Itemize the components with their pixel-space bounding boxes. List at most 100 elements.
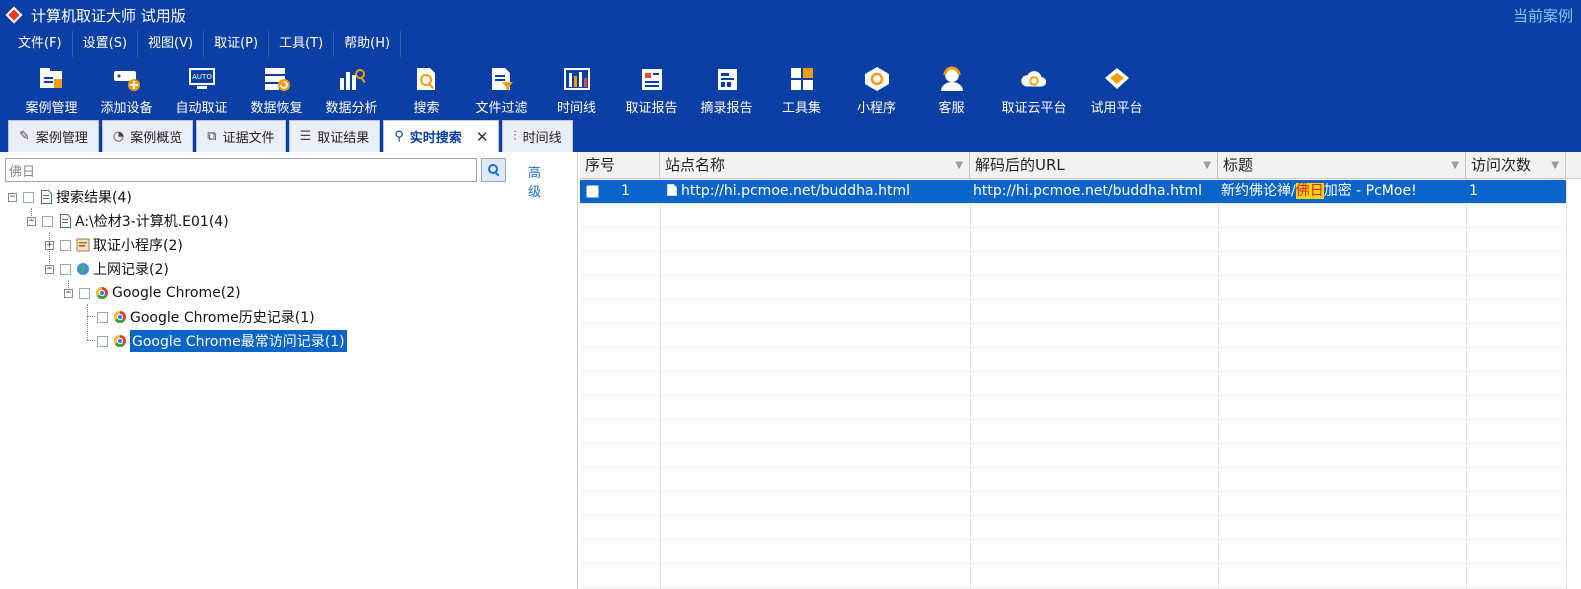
column-header-index[interactable]: 序号 bbox=[580, 152, 660, 179]
tab-realtime-search[interactable]: ⚲ 实时搜索 ✕ bbox=[383, 120, 500, 152]
toolbar-label: 添加设备 bbox=[100, 101, 153, 116]
collapse-icon[interactable]: − bbox=[8, 192, 17, 202]
search-button[interactable] bbox=[481, 158, 506, 182]
checkbox[interactable] bbox=[97, 311, 108, 323]
toolbar-label: 试用平台 bbox=[1090, 101, 1143, 116]
collapse-icon[interactable]: − bbox=[64, 288, 73, 298]
tree-node-chrome[interactable]: − Google Chrome(2) bbox=[64, 282, 241, 304]
tree-node-web[interactable]: − 上网记录(2) bbox=[45, 258, 169, 280]
data-analysis-button[interactable]: 数据分析 bbox=[314, 58, 389, 116]
checkbox[interactable] bbox=[60, 263, 71, 275]
timeline-icon bbox=[562, 64, 592, 93]
expand-icon[interactable]: + bbox=[45, 240, 54, 250]
auto-forensics-button[interactable]: AUTO 自动取证 bbox=[164, 58, 239, 116]
tools-icon bbox=[787, 64, 817, 93]
current-case-label[interactable]: 当前案例 bbox=[1513, 5, 1581, 26]
menu-help[interactable]: 帮助(H) bbox=[334, 31, 402, 57]
result-grid: 序号 站点名称 ▼ 解码后的URL ▼ 标题 ▼ 访问次数 ▼ 1 http:/… bbox=[580, 152, 1581, 589]
column-header-title[interactable]: 标题 ▼ bbox=[1218, 152, 1466, 179]
mini-program-button[interactable]: 小程序 bbox=[839, 58, 914, 116]
tree-node-root[interactable]: − 搜索结果(4) bbox=[8, 186, 132, 208]
toolbar-label: 自动取证 bbox=[175, 101, 228, 116]
close-icon[interactable]: ✕ bbox=[476, 128, 489, 146]
column-header-url[interactable]: 解码后的URL ▼ bbox=[970, 152, 1218, 179]
tab-case-overview[interactable]: ◔ 案例概览 bbox=[101, 120, 194, 152]
menu-settings[interactable]: 设置(S) bbox=[73, 31, 139, 57]
table-row[interactable]: 1 http://hi.pcmoe.net/buddha.html http:/… bbox=[580, 180, 1566, 203]
tree-node-chrome-topsites[interactable]: Google Chrome最常访问记录(1) bbox=[97, 330, 347, 352]
tab-case-management[interactable]: ✎ 案例管理 bbox=[8, 120, 99, 152]
files-icon: ⧉ bbox=[207, 129, 217, 144]
toolbar: 案例管理 添加设备 AUTO 自动取证 数据恢复 数据分析 搜索 文件过滤 时间… bbox=[0, 58, 1581, 118]
filter-icon[interactable]: ▼ bbox=[1203, 152, 1211, 179]
tree-label: Google Chrome(2) bbox=[112, 285, 241, 301]
checkbox[interactable] bbox=[97, 335, 108, 347]
filter-icon bbox=[487, 64, 517, 93]
toolbar-label: 取证报告 bbox=[625, 101, 678, 116]
auto-icon: AUTO bbox=[187, 64, 217, 93]
checkbox[interactable] bbox=[42, 215, 53, 227]
search-button[interactable]: 搜索 bbox=[389, 58, 464, 116]
search-doc-icon bbox=[412, 64, 442, 93]
tab-label: 实时搜索 bbox=[409, 131, 462, 146]
title-prefix: 新约佛论禅/ bbox=[1221, 183, 1296, 199]
tab-forensic-results[interactable]: ☰ 取证结果 bbox=[288, 120, 381, 152]
case-management-button[interactable]: 案例管理 bbox=[14, 58, 89, 116]
file-filter-button[interactable]: 文件过滤 bbox=[464, 58, 539, 116]
advanced-search-link[interactable]: 高级 bbox=[528, 162, 541, 200]
app-logo-icon bbox=[5, 6, 23, 24]
cell-site: http://hi.pcmoe.net/buddha.html bbox=[664, 180, 968, 203]
excerpt-report-button[interactable]: 摘录报告 bbox=[689, 58, 764, 116]
filter-icon[interactable]: ▼ bbox=[1551, 152, 1559, 179]
menu-view[interactable]: 视图(V) bbox=[138, 31, 205, 57]
checkbox[interactable] bbox=[23, 191, 34, 203]
checkbox[interactable] bbox=[79, 287, 90, 299]
tab-timeline[interactable]: ⫶ 时间线 bbox=[502, 120, 573, 152]
page-icon bbox=[667, 184, 677, 196]
forensic-report-button[interactable]: 取证报告 bbox=[614, 58, 689, 116]
edit-icon: ✎ bbox=[19, 129, 30, 144]
collapse-icon[interactable]: − bbox=[45, 264, 54, 274]
search-input[interactable] bbox=[5, 158, 477, 182]
title-suffix: 加密 - PcMoe! bbox=[1323, 183, 1417, 199]
filter-icon[interactable]: ▼ bbox=[1451, 152, 1459, 179]
document-icon bbox=[58, 214, 72, 229]
toolbar-label: 案例管理 bbox=[25, 101, 78, 116]
toolbar-label: 摘录报告 bbox=[700, 101, 753, 116]
column-header-visits[interactable]: 访问次数 ▼ bbox=[1466, 152, 1566, 179]
row-checkbox[interactable] bbox=[586, 185, 599, 198]
column-header-site[interactable]: 站点名称 ▼ bbox=[660, 152, 970, 179]
title-highlight: 佛日 bbox=[1295, 183, 1324, 199]
analysis-icon bbox=[337, 64, 367, 93]
collapse-icon[interactable]: − bbox=[27, 216, 36, 226]
customer-service-button[interactable]: 客服 bbox=[914, 58, 989, 116]
tree-label-selected: Google Chrome最常访问记录(1) bbox=[130, 330, 347, 352]
document-icon bbox=[39, 190, 53, 205]
timeline-button[interactable]: 时间线 bbox=[539, 58, 614, 116]
menu-forensics[interactable]: 取证(P) bbox=[204, 31, 270, 57]
toolset-button[interactable]: 工具集 bbox=[764, 58, 839, 116]
magnifier-icon: ⚲ bbox=[394, 129, 404, 144]
tree-node-evidence[interactable]: − A:\检材3-计算机.E01(4) bbox=[27, 210, 229, 232]
data-recovery-button[interactable]: 数据恢复 bbox=[239, 58, 314, 116]
filter-icon[interactable]: ▼ bbox=[955, 152, 963, 179]
tab-evidence-files[interactable]: ⧉ 证据文件 bbox=[196, 120, 286, 152]
checkbox[interactable] bbox=[60, 239, 71, 251]
menu-file[interactable]: 文件(F) bbox=[8, 31, 73, 57]
menu-tools[interactable]: 工具(T) bbox=[269, 31, 335, 57]
trial-platform-button[interactable]: 试用平台 bbox=[1079, 58, 1154, 116]
column-label: 访问次数 bbox=[1471, 156, 1532, 174]
app-title: 计算机取证大师 试用版 bbox=[31, 6, 186, 25]
tab-label: 取证结果 bbox=[317, 131, 370, 146]
cloud-platform-button[interactable]: 取证云平台 bbox=[989, 58, 1079, 116]
chrome-icon bbox=[95, 286, 109, 301]
tree-label: A:\检材3-计算机.E01(4) bbox=[75, 214, 229, 230]
tree-node-chrome-history[interactable]: Google Chrome历史记录(1) bbox=[97, 306, 315, 328]
add-device-button[interactable]: 添加设备 bbox=[89, 58, 164, 116]
cell-title: 新约佛论禅/佛日加密 - PcMoe! bbox=[1218, 180, 1466, 203]
cell-visits: 1 bbox=[1469, 183, 1478, 199]
tree-node-miniapp[interactable]: + 取证小程序(2) bbox=[45, 234, 183, 256]
toolbar-label: 搜索 bbox=[413, 101, 440, 116]
column-label: 解码后的URL bbox=[975, 156, 1065, 174]
toolbar-label: 小程序 bbox=[856, 101, 896, 116]
